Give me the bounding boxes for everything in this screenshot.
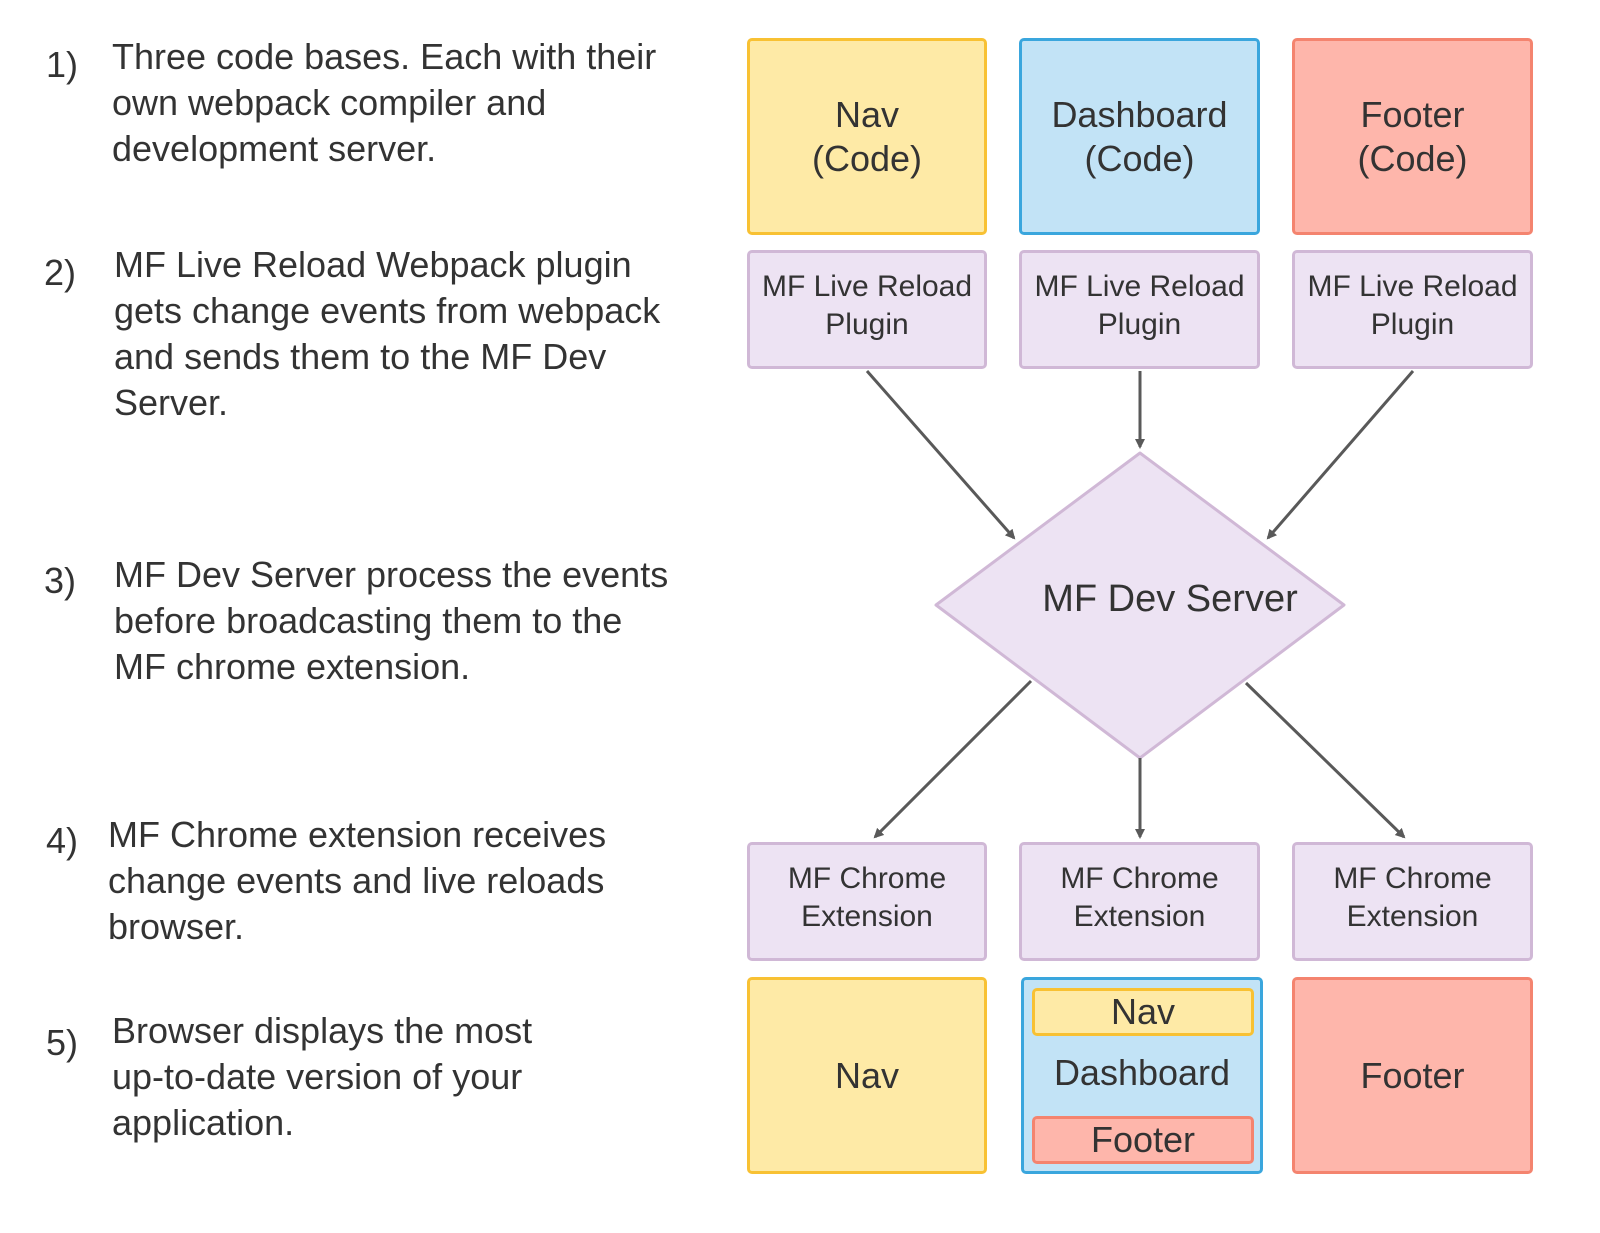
dashboard-output-box: Nav Dashboard Footer [1021,977,1263,1174]
footer-output-box: Footer [1292,977,1533,1174]
footer-extension-box: MF Chrome Extension [1292,842,1533,961]
extension-label: MF Chrome Extension [1060,861,1219,933]
plugin-label: MF Live Reload Plugin [761,269,973,341]
dashboard-code-box: Dashboard (Code) [1019,38,1260,235]
plugin-label: MF Live Reload Plugin [1307,269,1518,341]
extension-label: MF Chrome Extension [787,861,947,933]
step-text: Three code bases. Each with their own we… [112,36,657,169]
nav-output-box: Nav [747,977,987,1174]
dashboard-inner-footer: Footer [1032,1116,1254,1164]
plugin-label: MF Live Reload Plugin [1034,269,1245,341]
footer-plugin-box: MF Live Reload Plugin [1292,250,1533,369]
nav-output-label: Nav [834,1054,900,1096]
footer-code-label: Footer (Code) [1357,93,1468,179]
dashboard-inner-footer-label: Footer [1090,1119,1196,1160]
arrow-server-to-ext-footer [1244,681,1406,839]
dashboard-output-label: Dashboard [1053,1052,1231,1093]
dashboard-code-label: Dashboard (Code) [1051,93,1228,179]
dashboard-plugin-box: MF Live Reload Plugin [1019,250,1260,369]
step-number: 3) [44,560,77,601]
nav-extension-box: MF Chrome Extension [747,842,987,961]
dev-server-label: MF Dev Server [1042,578,1298,620]
step-text: Browser displays the most up-to-date ver… [112,1010,533,1143]
step-number: 1) [46,44,79,85]
arrow-server-to-ext-nav [873,679,1033,839]
footer-output-label: Footer [1360,1054,1465,1096]
extension-label: MF Chrome Extension [1333,861,1492,933]
step-text: MF Live Reload Webpack plugin gets chang… [114,244,661,423]
dashboard-inner-nav-label: Nav [1110,991,1176,1032]
step-text: MF Chrome extension receives change even… [108,814,607,947]
arrow-plugin-nav-to-server [865,370,1016,540]
nav-plugin-box: MF Live Reload Plugin [747,250,987,369]
step-number: 4) [46,820,79,861]
arrow-plugin-footer-to-server [1266,370,1415,540]
nav-code-box: Nav (Code) [747,38,987,235]
step-number: 5) [46,1022,79,1063]
nav-code-label: Nav (Code) [811,93,923,179]
step-number: 2) [44,252,77,293]
dashboard-inner-nav: Nav [1032,988,1254,1036]
step-text: MF Dev Server process the events before … [114,554,669,687]
dashboard-extension-box: MF Chrome Extension [1019,842,1260,961]
footer-code-box: Footer (Code) [1292,38,1533,235]
